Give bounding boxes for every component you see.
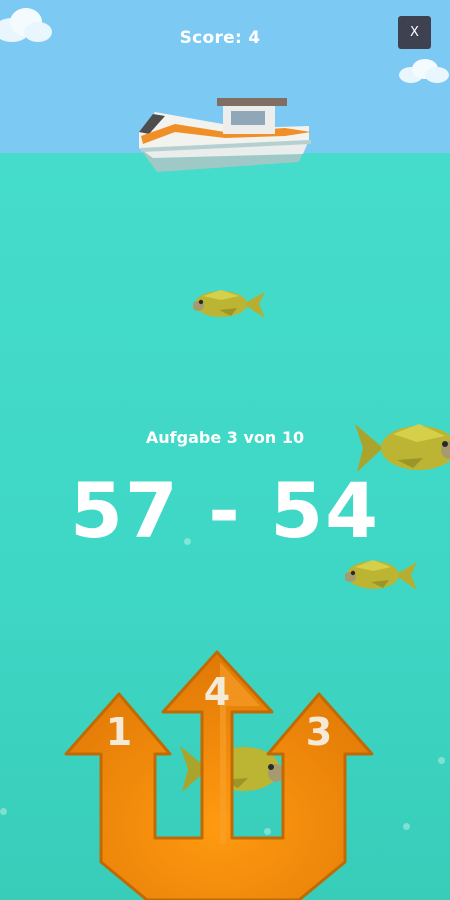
- answer-option-left[interactable]: 1: [94, 710, 144, 754]
- fish[interactable]: [345, 556, 419, 594]
- fishing-boat: [139, 98, 311, 172]
- bubble: [0, 808, 7, 815]
- close-button[interactable]: X: [398, 16, 431, 49]
- task-progress: Aufgabe 3 von 10: [145, 428, 305, 447]
- answer-option-right[interactable]: 3: [294, 710, 344, 754]
- answer-option-center[interactable]: 4: [192, 670, 242, 714]
- score-text: Score: 4: [179, 28, 261, 48]
- bubble: [438, 757, 445, 764]
- bubble: [403, 823, 410, 830]
- math-equation: 57 - 54: [70, 466, 380, 555]
- cloud: [399, 59, 449, 83]
- fish[interactable]: [193, 286, 267, 322]
